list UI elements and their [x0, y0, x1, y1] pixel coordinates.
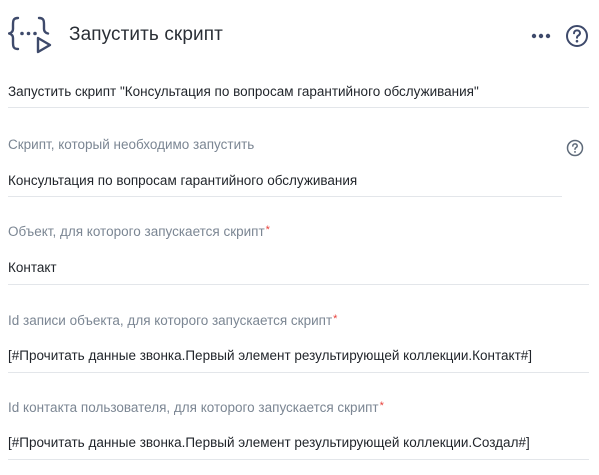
element-caption[interactable]: Запустить скрипт "Консультация по вопрос…	[8, 84, 589, 99]
script-field-value[interactable]: Консультация по вопросам гарантийного об…	[8, 173, 357, 188]
divider	[8, 372, 589, 373]
script-element-panel: Запустить скрипт Запустить скрипт "Консу…	[0, 0, 599, 475]
record-id-field-label: Id записи объекта, для которого запускае…	[8, 313, 337, 328]
more-options-icon[interactable]	[528, 26, 554, 46]
script-run-icon	[8, 16, 52, 54]
contact-id-field-label: Id контакта пользователя, для которого з…	[8, 400, 384, 415]
divider	[8, 107, 589, 108]
record-id-field-value[interactable]: [#Прочитать данные звонка.Первый элемент…	[8, 348, 532, 363]
script-field-label: Скрипт, который необходимо запустить	[8, 137, 254, 152]
divider	[8, 284, 589, 285]
divider	[8, 196, 562, 197]
panel-header: Запустить скрипт	[0, 0, 599, 72]
required-mark: *	[333, 313, 338, 325]
help-icon[interactable]	[565, 24, 589, 48]
divider	[8, 459, 589, 460]
field-label-text: Скрипт, который необходимо запустить	[8, 137, 255, 152]
required-mark: *	[265, 224, 270, 236]
field-label-text: Объект, для которого запускается скрипт	[8, 224, 265, 239]
field-label-text: Id записи объекта, для которого запускае…	[8, 313, 333, 328]
object-field-label: Объект, для которого запускается скрипт*	[8, 224, 270, 239]
contact-id-field-value[interactable]: [#Прочитать данные звонка.Первый элемент…	[8, 435, 530, 450]
field-label-text: Id контакта пользователя, для которого з…	[8, 400, 379, 415]
object-field-value[interactable]: Контакт	[8, 260, 57, 275]
panel-title: Запустить скрипт	[69, 24, 223, 45]
help-icon[interactable]	[566, 139, 584, 157]
required-mark: *	[379, 400, 384, 412]
